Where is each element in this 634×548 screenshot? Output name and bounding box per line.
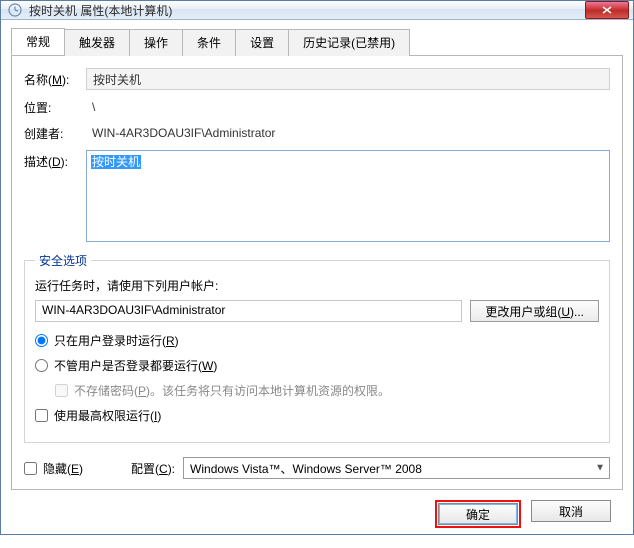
run-whether-logged-radio[interactable]: 不管用户是否登录都要运行(W) [35,357,599,374]
no-store-password-checkbox: 不存储密码(P)。该任务将只有访问本地计算机资源的权限。 [55,382,599,399]
run-only-logged-on-input[interactable] [35,334,48,347]
account-field: WIN-4AR3DOAU3IF\Administrator [35,300,462,322]
tab-settings[interactable]: 设置 [235,29,289,56]
titlebar: 按时关机 属性(本地计算机) [1,1,633,20]
dialog-footer: 确定 取消 [11,490,623,538]
dialog-content: 常规 触发器 操作 条件 设置 历史记录(已禁用) 名称(M): 按时关机 位置… [1,20,633,548]
security-legend: 安全选项 [35,252,91,269]
creator-value: WIN-4AR3DOAU3IF\Administrator [86,124,610,142]
general-pane: 名称(M): 按时关机 位置: \ 创建者: WIN-4AR3DOAU3IF\A… [11,56,623,490]
description-value: 按时关机 [91,155,141,169]
highest-privileges-checkbox[interactable]: 使用最高权限运行(I) [35,407,599,424]
run-only-logged-on-label: 只在用户登录时运行(R) [54,332,179,349]
tab-strip: 常规 触发器 操作 条件 设置 历史记录(已禁用) [11,28,623,56]
hidden-input[interactable] [24,462,37,475]
no-store-password-input [55,384,68,397]
run-only-logged-on-radio[interactable]: 只在用户登录时运行(R) [35,332,599,349]
hidden-checkbox[interactable]: 隐藏(E) [24,460,83,477]
ok-button-highlight: 确定 [435,500,521,528]
description-label: 描述(D): [24,150,86,170]
name-label: 名称(M): [24,71,86,88]
hidden-label: 隐藏(E) [43,460,83,477]
change-user-button[interactable]: 更改用户或组(U)... [470,300,599,322]
highest-privileges-input[interactable] [35,409,48,422]
window-title: 按时关机 属性(本地计算机) [29,2,585,19]
description-textarea[interactable]: 按时关机 [86,150,610,242]
location-value: \ [86,98,610,116]
close-button[interactable] [585,1,629,19]
location-label: 位置: [24,99,86,116]
tab-history[interactable]: 历史记录(已禁用) [288,29,410,56]
highest-privileges-label: 使用最高权限运行(I) [54,407,161,424]
name-field[interactable]: 按时关机 [86,68,610,90]
cancel-button[interactable]: 取消 [531,500,611,522]
tab-general[interactable]: 常规 [11,28,65,55]
security-options-group: 安全选项 运行任务时，请使用下列用户帐户: WIN-4AR3DOAU3IF\Ad… [24,252,610,443]
tab-actions[interactable]: 操作 [129,29,183,56]
configure-for-select[interactable]: Windows Vista™、Windows Server™ 2008 ▼ [183,457,610,479]
tab-triggers[interactable]: 触发器 [64,29,130,56]
configure-for-value: Windows Vista™、Windows Server™ 2008 [190,460,422,477]
close-icon [602,3,612,17]
creator-label: 创建者: [24,125,86,142]
run-whether-logged-label: 不管用户是否登录都要运行(W) [54,357,217,374]
run-whether-logged-input[interactable] [35,359,48,372]
chevron-down-icon: ▼ [595,463,605,474]
dialog-window: 按时关机 属性(本地计算机) 常规 触发器 操作 条件 设置 历史记录(已禁用)… [0,0,634,535]
run-as-label: 运行任务时，请使用下列用户帐户: [35,277,599,294]
clock-icon [7,2,23,18]
tab-conditions[interactable]: 条件 [182,29,236,56]
no-store-password-label: 不存储密码(P)。该任务将只有访问本地计算机资源的权限。 [74,382,390,399]
configure-for-label: 配置(C): [131,460,175,477]
ok-button[interactable]: 确定 [438,503,518,525]
